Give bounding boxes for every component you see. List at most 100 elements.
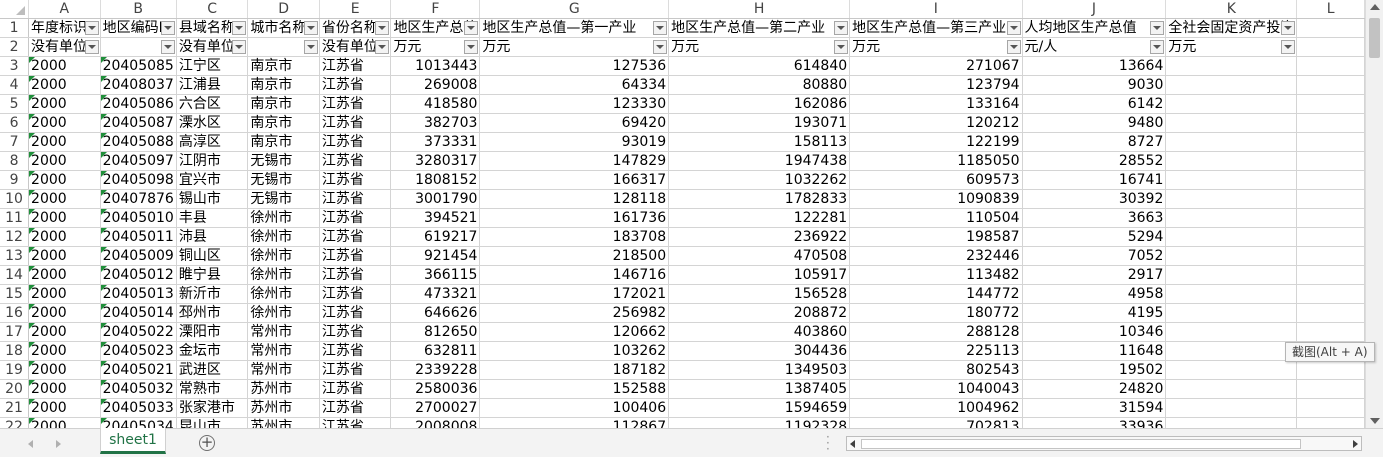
cell[interactable]: 江苏省 (319, 170, 392, 190)
cell[interactable]: 162086 (668, 94, 851, 114)
column-header-i[interactable]: I (849, 0, 1023, 19)
cell[interactable] (1296, 246, 1365, 266)
filter-dropdown-icon[interactable] (653, 40, 668, 54)
cell[interactable]: 丰县 (176, 208, 249, 228)
scroll-down-icon[interactable] (1370, 418, 1380, 424)
cell[interactable]: 20405086 (100, 94, 177, 114)
cell[interactable]: 403860 (668, 322, 851, 342)
cell[interactable]: 1004962 (849, 398, 1023, 418)
vertical-scrollbar[interactable] (1365, 0, 1383, 428)
cell[interactable]: 武进区 (176, 360, 249, 380)
cell[interactable]: 128118 (479, 189, 670, 209)
scroll-left-icon[interactable] (850, 440, 855, 448)
cell[interactable]: 1040043 (849, 379, 1023, 399)
cell[interactable]: 20405011 (100, 227, 177, 247)
cell[interactable] (1165, 132, 1298, 152)
cell[interactable]: 127536 (479, 56, 670, 76)
cell[interactable]: 地区生产总值 (390, 18, 481, 38)
cell[interactable]: 20405023 (100, 341, 177, 361)
cell[interactable]: 93019 (479, 132, 670, 152)
cell[interactable]: 120662 (479, 322, 670, 342)
row-header[interactable]: 13 (0, 246, 30, 266)
cell[interactable]: 2000 (28, 284, 101, 304)
cell[interactable] (1165, 208, 1298, 228)
row-header[interactable]: 6 (0, 113, 30, 133)
cell[interactable]: 万元 (1165, 37, 1298, 57)
cell[interactable]: 地区生产总值—第二产业 (668, 18, 851, 38)
cell[interactable]: 133164 (849, 94, 1023, 114)
scroll-up-icon[interactable] (1370, 4, 1380, 10)
cell[interactable]: 5294 (1022, 227, 1167, 247)
cell[interactable]: 无锡市 (247, 151, 320, 171)
filter-dropdown-icon[interactable] (1006, 21, 1021, 35)
cell[interactable] (1296, 379, 1365, 399)
cell[interactable]: 921454 (390, 246, 481, 266)
cell[interactable]: 172021 (479, 284, 670, 304)
cell[interactable]: 城市名称 (247, 18, 320, 38)
cell[interactable]: 2000 (28, 113, 101, 133)
row-header[interactable]: 4 (0, 75, 30, 95)
cell[interactable]: 225113 (849, 341, 1023, 361)
cell[interactable] (1296, 132, 1365, 152)
horizontal-scroll-thumb[interactable] (861, 439, 1301, 449)
cell[interactable]: 2000 (28, 341, 101, 361)
cell[interactable]: 120212 (849, 113, 1023, 133)
cell[interactable]: 24820 (1022, 379, 1167, 399)
cell[interactable]: 张家港市 (176, 398, 249, 418)
cell[interactable] (1296, 56, 1365, 76)
cell[interactable] (1165, 360, 1298, 380)
cell[interactable]: 373331 (390, 132, 481, 152)
splitter-handle-icon[interactable]: · · · (826, 431, 832, 455)
cell[interactable]: 236922 (668, 227, 851, 247)
cell[interactable]: 锡山市 (176, 189, 249, 209)
cell[interactable] (1165, 379, 1298, 399)
cell[interactable]: 江苏省 (319, 151, 392, 171)
cell[interactable]: 睢宁县 (176, 265, 249, 285)
cell[interactable]: 802543 (849, 360, 1023, 380)
cell[interactable] (1296, 398, 1365, 418)
cell[interactable]: 80880 (668, 75, 851, 95)
row-header[interactable]: 3 (0, 56, 30, 76)
filter-dropdown-icon[interactable] (1281, 40, 1296, 54)
cell[interactable]: 2000 (28, 94, 101, 114)
cell[interactable]: 9030 (1022, 75, 1167, 95)
cell[interactable]: 苏州市 (247, 379, 320, 399)
cell[interactable]: 64334 (479, 75, 670, 95)
cell[interactable]: 地区编码ID (100, 18, 177, 38)
cell[interactable]: 269008 (390, 75, 481, 95)
row-header[interactable]: 20 (0, 379, 30, 399)
cell[interactable] (1165, 398, 1298, 418)
cell[interactable]: 2000 (28, 379, 101, 399)
filter-dropdown-icon[interactable] (1150, 40, 1165, 54)
cell[interactable]: 9480 (1022, 113, 1167, 133)
cell[interactable]: 没有单位 (319, 37, 392, 57)
previous-sheet-icon[interactable] (28, 440, 33, 448)
cell[interactable]: 江苏省 (319, 56, 392, 76)
cell[interactable]: 2000 (28, 75, 101, 95)
cell[interactable]: 徐州市 (247, 227, 320, 247)
select-all-corner[interactable] (0, 0, 30, 19)
filter-dropdown-icon[interactable] (375, 21, 390, 35)
cell[interactable]: 人均地区生产总值 (1022, 18, 1167, 38)
cell[interactable]: 20407876 (100, 189, 177, 209)
cell[interactable]: 江苏省 (319, 189, 392, 209)
cell[interactable]: 122281 (668, 208, 851, 228)
cell[interactable]: 110504 (849, 208, 1023, 228)
cell[interactable]: 1808152 (390, 170, 481, 190)
cell[interactable]: 20405012 (100, 265, 177, 285)
filter-dropdown-icon[interactable] (653, 21, 668, 35)
cell[interactable]: 158113 (668, 132, 851, 152)
cell[interactable]: 南京市 (247, 113, 320, 133)
cell[interactable]: 2000 (28, 170, 101, 190)
cell[interactable]: 2000 (28, 56, 101, 76)
cell[interactable]: 19502 (1022, 360, 1167, 380)
cell[interactable]: 宜兴市 (176, 170, 249, 190)
cell[interactable]: 614840 (668, 56, 851, 76)
row-header[interactable]: 5 (0, 94, 30, 114)
cell[interactable]: 394521 (390, 208, 481, 228)
cell[interactable] (1165, 227, 1298, 247)
cell[interactable]: 20405010 (100, 208, 177, 228)
cell[interactable]: 20405013 (100, 284, 177, 304)
cell[interactable]: 邳州市 (176, 303, 249, 323)
column-header-c[interactable]: C (176, 0, 249, 19)
